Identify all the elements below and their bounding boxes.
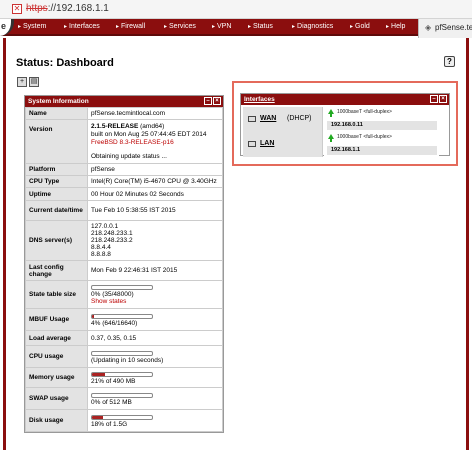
- interface-row-wan: WAN (DHCP) 1000baseT <full-duplex> 192.1…: [243, 107, 439, 132]
- add-widget-icon[interactable]: +: [17, 77, 27, 87]
- system-information-widget: System Information – × Name pfSense.tecmin…: [24, 95, 224, 433]
- show-states-link[interactable]: Show states: [91, 298, 219, 305]
- interfaces-highlight: Interfaces – × WAN (DHCP) 1000baseT <full…: [232, 81, 458, 166]
- mbuf-bar: [91, 313, 153, 319]
- memory-bar: [91, 371, 153, 377]
- widget-header[interactable]: Interfaces – ×: [241, 94, 449, 105]
- main-nav: e ▸ System ▸ Interfaces ▸ Firewall ▸ Service…: [0, 19, 472, 38]
- cpu-bar: [91, 350, 153, 356]
- nav-services[interactable]: ▸ Services: [164, 23, 196, 30]
- minimize-icon[interactable]: –: [204, 97, 212, 105]
- nav-gold[interactable]: ▸ Gold: [350, 23, 370, 30]
- nav-diagnostics[interactable]: ▸ Diagnostics: [292, 23, 333, 30]
- nav-firewall[interactable]: ▸ Firewall: [116, 23, 145, 30]
- save-settings-icon[interactable]: ▤: [29, 77, 39, 87]
- nav-system[interactable]: ▸ System: [18, 23, 46, 30]
- minimize-icon[interactable]: –: [430, 95, 438, 103]
- network-port-icon: [248, 141, 256, 147]
- disk-bar: [91, 414, 153, 420]
- insecure-lock-icon[interactable]: ✕: [12, 4, 22, 14]
- interface-row-lan: LAN 1000baseT <full-duplex> 192.168.1.1: [243, 132, 439, 157]
- brand-tab[interactable]: ◈ pfSense.te: [418, 19, 472, 38]
- page-frame-right: [466, 38, 469, 450]
- state-table-bar: [91, 285, 153, 290]
- system-info-table: Name pfSense.tecmintlocal.com Version 2.1…: [25, 107, 223, 432]
- interface-name-link[interactable]: LAN: [260, 140, 274, 147]
- close-icon[interactable]: ×: [213, 97, 221, 105]
- interfaces-widget: Interfaces – × WAN (DHCP) 1000baseT <full…: [240, 93, 450, 157]
- network-port-icon: [248, 116, 256, 122]
- close-icon[interactable]: ×: [439, 95, 447, 103]
- nav-vpn[interactable]: ▸ VPN: [212, 23, 231, 30]
- nav-status[interactable]: ▸ Status: [248, 23, 273, 30]
- logo-curve: e: [0, 19, 14, 36]
- interface-name-link[interactable]: WAN: [260, 115, 276, 122]
- nav-interfaces[interactable]: ▸ Interfaces: [64, 23, 100, 30]
- help-button[interactable]: ?: [444, 56, 455, 67]
- shield-icon: ◈: [425, 23, 432, 32]
- swap-bar: [91, 392, 153, 398]
- page-title: Status: Dashboard: [16, 57, 114, 69]
- url-text[interactable]: https://192.168.1.1: [26, 3, 109, 14]
- nav-help[interactable]: ▸ Help: [386, 23, 405, 30]
- address-bar[interactable]: ✕ https://192.168.1.1: [0, 0, 472, 19]
- widget-header[interactable]: System Information – ×: [25, 96, 223, 107]
- page-frame-left: [3, 38, 6, 450]
